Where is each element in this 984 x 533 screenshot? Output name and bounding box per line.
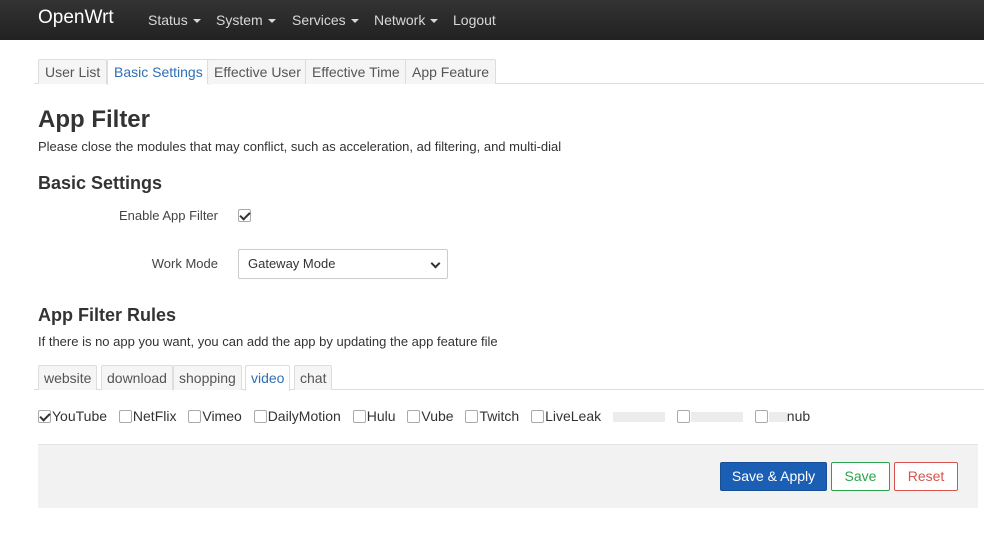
app-option-vube[interactable]: Vube [407, 408, 454, 424]
work-mode-select[interactable]: Gateway Mode [238, 249, 448, 279]
menu-status-label: Status [148, 12, 188, 28]
app-checkbox-list: YouTube NetFlix Vimeo DailyMotion Hulu V… [38, 408, 818, 424]
app-option-redacted-2[interactable] [676, 408, 743, 424]
brand-logo[interactable]: OpenWrt [38, 7, 114, 29]
menu-network[interactable]: Network [374, 12, 439, 28]
vimeo-checkbox[interactable] [188, 410, 202, 423]
dailymotion-checkbox[interactable] [253, 410, 267, 423]
menu-services[interactable]: Services [292, 12, 359, 28]
page-description: Please close the modules that may confli… [38, 139, 562, 154]
vube-checkbox[interactable] [407, 410, 421, 423]
youtube-checkbox[interactable] [38, 410, 51, 423]
menu-system[interactable]: System [216, 12, 276, 28]
app-label: Hulu [366, 408, 396, 424]
enable-app-filter-checkbox[interactable] [238, 209, 251, 222]
app-filter-rules-heading: App Filter Rules [38, 305, 177, 325]
tab-chat[interactable]: chat [294, 365, 333, 390]
app-label: Vube [421, 408, 454, 424]
app-option-netflix[interactable]: NetFlix [118, 408, 177, 424]
caret-down-icon [192, 19, 201, 23]
tab-shopping[interactable]: shopping [173, 365, 242, 390]
app-filter-rules-description: If there is no app you want, you can add… [38, 334, 498, 349]
top-navbar: OpenWrt Status System Services Network L… [0, 0, 984, 40]
tab-website[interactable]: website [38, 365, 98, 390]
menu-status[interactable]: Status [148, 12, 201, 28]
chevron-down-icon [430, 258, 441, 269]
tab-effective-time[interactable]: Effective Time [305, 59, 407, 84]
app-label: YouTube [52, 408, 108, 424]
redacted-label [613, 412, 665, 422]
menu-network-label: Network [374, 12, 426, 28]
menu-services-label: Services [292, 12, 346, 28]
liveleak-checkbox[interactable] [531, 410, 545, 423]
redacted-label [690, 412, 743, 422]
app-label: NetFlix [132, 408, 177, 424]
action-bar: Save & Apply Save Reset [38, 444, 978, 508]
app-label: DailyMotion [267, 408, 341, 424]
page-title: App Filter [38, 106, 150, 133]
app-label: Twitch [479, 408, 520, 424]
app-option-hulu[interactable]: Hulu [352, 408, 396, 424]
app-option-youtube[interactable]: YouTube [38, 408, 107, 424]
partial-app-checkbox[interactable] [754, 410, 768, 423]
tab-download[interactable]: download [101, 365, 173, 390]
work-mode-label: Work Mode [151, 256, 218, 271]
enable-app-filter-label: Enable App Filter [118, 208, 218, 223]
work-mode-value: Gateway Mode [248, 256, 336, 271]
hulu-checkbox[interactable] [352, 410, 366, 423]
menu-system-label: System [216, 12, 263, 28]
basic-settings-heading: Basic Settings [38, 173, 163, 193]
netflix-checkbox[interactable] [118, 410, 132, 423]
app-option-vimeo[interactable]: Vimeo [188, 408, 242, 424]
tab-video[interactable]: video [245, 365, 291, 391]
app-option-twitch[interactable]: Twitch [465, 408, 519, 424]
tab-user-list[interactable]: User List [38, 59, 108, 84]
app-label: LiveLeak [545, 408, 602, 424]
caret-down-icon [267, 19, 276, 23]
tab-app-feature[interactable]: App Feature [405, 59, 497, 84]
tab-effective-user[interactable]: Effective User [207, 59, 308, 84]
save-apply-button[interactable]: Save & Apply [720, 462, 827, 491]
app-label: nub [786, 408, 811, 424]
save-button[interactable]: Save [831, 462, 890, 491]
reset-button[interactable]: Reset [894, 462, 958, 491]
tab-basic-settings[interactable]: Basic Settings [107, 59, 210, 85]
app-option-redacted-1[interactable] [613, 408, 665, 424]
app-label: Vimeo [202, 408, 242, 424]
twitch-checkbox[interactable] [465, 410, 479, 423]
redacted-label [768, 412, 787, 422]
caret-down-icon [430, 19, 439, 23]
menu-logout[interactable]: Logout [453, 12, 496, 28]
redacted-checkbox[interactable] [676, 410, 690, 423]
app-option-liveleak[interactable]: LiveLeak [531, 408, 601, 424]
app-option-partial[interactable]: nub [754, 408, 811, 424]
app-option-dailymotion[interactable]: DailyMotion [253, 408, 341, 424]
caret-down-icon [350, 19, 359, 23]
